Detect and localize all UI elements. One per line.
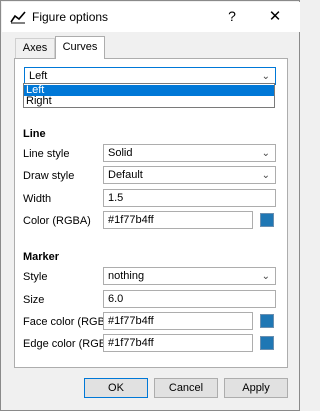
window-title: Figure options: [32, 10, 109, 24]
line-style-label: Line style: [23, 148, 70, 160]
curve-dropdown-list: Left Right: [23, 83, 275, 108]
marker-section-heading: Marker: [23, 251, 60, 263]
draw-style-select[interactable]: Default ⌄: [103, 166, 276, 184]
chart-icon: [10, 11, 26, 24]
line-color-swatch-button[interactable]: [260, 213, 274, 227]
close-button[interactable]: ✕: [267, 7, 283, 25]
line-section-heading: Line: [23, 128, 46, 140]
dropdown-option-right[interactable]: Right: [24, 96, 274, 107]
line-style-select[interactable]: Solid ⌄: [103, 144, 276, 162]
face-color-field[interactable]: #1f77b4ff: [103, 312, 253, 330]
ok-button[interactable]: OK: [84, 378, 148, 398]
face-color-swatch-button[interactable]: [260, 314, 274, 328]
width-label: Width: [23, 193, 52, 205]
curve-select-value: Left: [29, 70, 48, 82]
marker-size-label: Size: [23, 294, 45, 306]
draw-style-label: Draw style: [23, 170, 75, 182]
figure-options-dialog: Figure options ? ✕ Axes Curves Left ⌄ Le…: [0, 0, 300, 411]
chevron-down-icon: ⌄: [261, 271, 270, 282]
edge-color-field[interactable]: #1f77b4ff: [103, 334, 253, 352]
line-color-field[interactable]: #1f77b4ff: [103, 211, 253, 229]
line-style-value: Solid: [108, 147, 133, 159]
cancel-button[interactable]: Cancel: [154, 378, 218, 398]
help-button[interactable]: ?: [225, 8, 239, 24]
dropdown-option-left[interactable]: Left: [24, 85, 274, 96]
line-color-label: Color (RGBA): [23, 215, 91, 227]
marker-style-value: nothing: [108, 270, 145, 282]
tab-curves[interactable]: Curves: [55, 36, 105, 59]
marker-style-label: Style: [23, 271, 48, 283]
width-field[interactable]: 1.5: [103, 189, 276, 207]
title-bar: Figure options ? ✕: [2, 2, 300, 32]
marker-style-select[interactable]: nothing ⌄: [103, 267, 276, 285]
apply-button[interactable]: Apply: [224, 378, 288, 398]
edge-color-swatch-button[interactable]: [260, 336, 274, 350]
draw-style-value: Default: [108, 169, 143, 181]
face-color-label: Face color (RGBA): [23, 316, 116, 328]
chevron-down-icon: ⌄: [261, 170, 270, 181]
chevron-down-icon: ⌄: [261, 148, 270, 159]
tab-axes[interactable]: Axes: [15, 38, 55, 58]
marker-size-field[interactable]: 6.0: [103, 290, 276, 308]
